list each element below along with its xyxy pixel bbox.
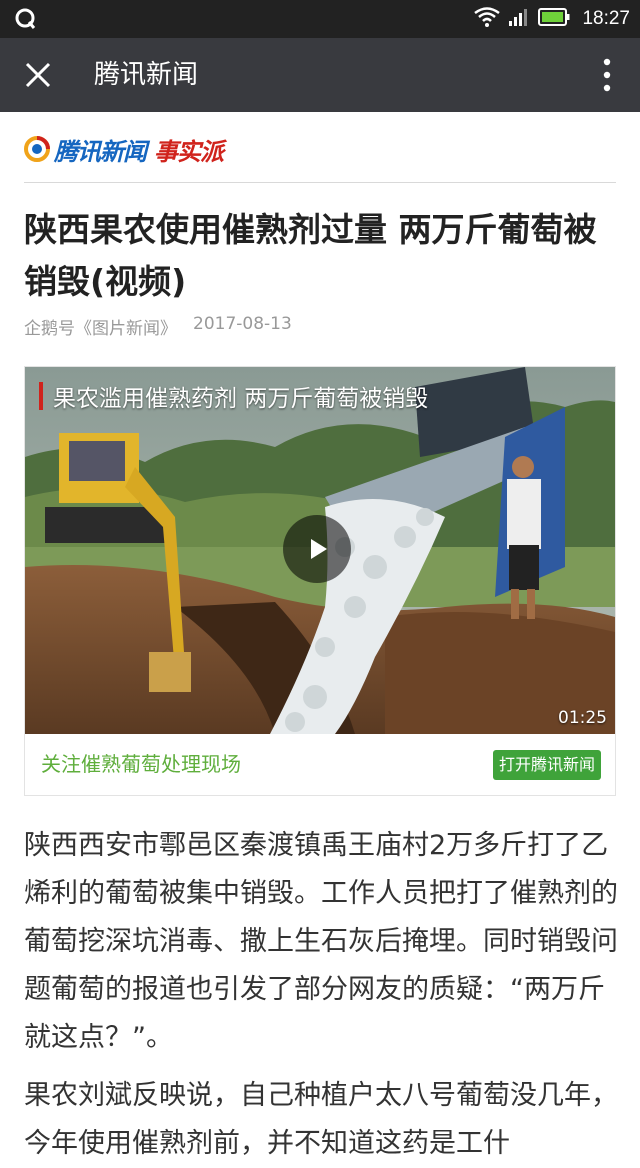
article-date: 2017-08-13 — [193, 314, 292, 334]
status-bar: 18:27 — [0, 0, 640, 38]
page-title: 腾讯新闻 — [94, 60, 199, 90]
more-vertical-icon — [603, 58, 611, 92]
wifi-icon — [474, 7, 501, 31]
play-icon — [311, 539, 327, 559]
open-tencent-news-button[interactable]: 打开腾讯新闻 — [492, 750, 601, 780]
tencent-news-logo-icon — [24, 136, 50, 162]
article-meta: 企鹅号《图片新闻》 2017-08-13 — [24, 314, 292, 339]
video-card[interactable]: 果农滥用催熟药剂 两万斤葡萄被销毁 01:25 关注催熟葡萄处理现场 打开腾讯新… — [24, 366, 616, 796]
body-paragraph: 陕西西安市鄠邑区秦渡镇禹王庙村2万多斤打了乙烯利的葡萄被集中销毁。工作人员把打了… — [24, 830, 618, 1053]
battery-icon — [538, 8, 570, 30]
title-bar: 腾讯新闻 — [0, 38, 640, 112]
video-thumbnail[interactable]: 果农滥用催熟药剂 两万斤葡萄被销毁 01:25 — [25, 367, 615, 734]
q-app-icon — [14, 7, 38, 31]
video-duration: 01:25 — [558, 708, 607, 728]
article-source[interactable]: 企鹅号《图片新闻》 — [24, 314, 177, 339]
status-time: 18:27 — [582, 8, 630, 29]
video-caption-text: 果农滥用催熟药剂 两万斤葡萄被销毁 — [53, 386, 429, 412]
article-headline: 陕西果农使用催熟剂过量 两万斤葡萄被销毁(视频) — [24, 210, 597, 301]
body-paragraph: 果农刘斌反映说，自己种植户太八号葡萄没几年，今年使用催熟剂前，并不知道这药是工什 — [24, 1080, 618, 1159]
brand-name: 腾讯新闻 — [54, 137, 147, 166]
brand-tag: 事实派 — [154, 137, 224, 166]
video-card-footer: 关注催熟葡萄处理现场 打开腾讯新闻 — [25, 734, 615, 795]
video-topic-link[interactable]: 关注催熟葡萄处理现场 — [41, 734, 241, 795]
play-button[interactable] — [283, 515, 351, 583]
divider — [24, 182, 616, 183]
status-icons: 18:27 — [474, 0, 630, 38]
caption-accent-bar — [39, 382, 43, 410]
signal-icon — [508, 7, 530, 31]
video-caption: 果农滥用催熟药剂 两万斤葡萄被销毁 — [39, 379, 428, 413]
more-menu-button[interactable] — [592, 53, 622, 97]
close-button[interactable] — [16, 53, 60, 97]
close-icon — [25, 62, 51, 88]
brand-logo: 腾讯新闻 事实派 — [24, 132, 224, 166]
